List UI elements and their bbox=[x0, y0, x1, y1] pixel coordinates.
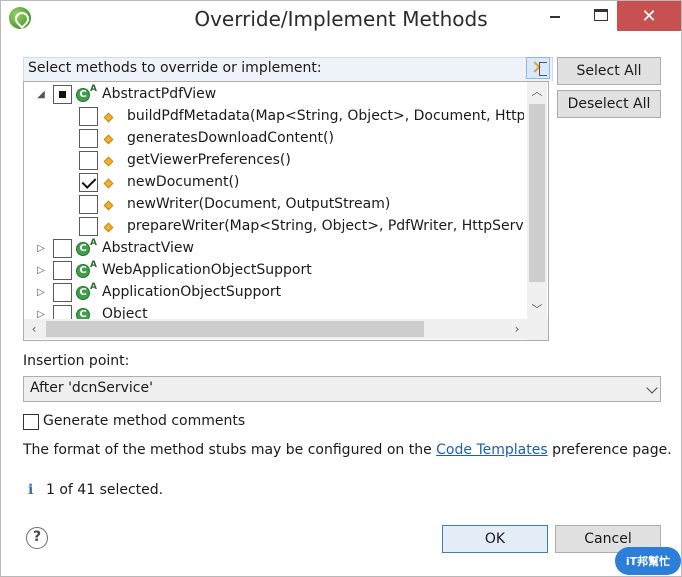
protected-method-icon bbox=[103, 200, 114, 211]
tree-vertical-scrollbar[interactable]: ︿ ﹀ bbox=[527, 82, 547, 320]
tree-class-row[interactable]: ▷ C A AbstractView bbox=[24, 238, 524, 260]
method-label: generatesDownloadContent() bbox=[127, 130, 334, 146]
tree-method-row[interactable]: prepareWriter(Map<String, Object>, PdfWr… bbox=[24, 216, 524, 238]
insertion-point-label: Insertion point: bbox=[23, 353, 130, 369]
method-checkbox[interactable] bbox=[79, 107, 98, 126]
override-implement-dialog: Override/Implement Methods ✕ Select meth… bbox=[0, 0, 682, 577]
info-icon: i bbox=[28, 482, 34, 498]
class-checkbox[interactable] bbox=[53, 283, 72, 302]
sort-by-class-toggle-icon[interactable] bbox=[526, 57, 550, 79]
insertion-point-value: After 'dcnService' bbox=[30, 380, 153, 396]
class-icon-abstract: C bbox=[76, 242, 90, 256]
class-icon-abstract: C bbox=[76, 264, 90, 278]
help-icon[interactable]: ? bbox=[26, 527, 48, 549]
minimize-icon bbox=[550, 16, 560, 18]
title-bar: Override/Implement Methods ✕ bbox=[1, 1, 681, 38]
tree-class-row[interactable]: ▷ C A ApplicationObjectSupport bbox=[24, 282, 524, 304]
class-label: WebApplicationObjectSupport bbox=[102, 262, 312, 278]
vertical-scroll-thumb[interactable] bbox=[529, 104, 545, 282]
chevron-down-icon bbox=[646, 382, 658, 394]
selection-status: 1 of 41 selected. bbox=[46, 482, 164, 498]
class-checkbox[interactable] bbox=[53, 261, 72, 280]
method-label: newDocument() bbox=[127, 174, 240, 190]
protected-method-icon bbox=[103, 134, 114, 145]
protected-method-icon bbox=[103, 112, 114, 123]
format-info-suffix: preference page. bbox=[547, 442, 672, 458]
close-icon: ✕ bbox=[641, 5, 657, 27]
protected-method-icon bbox=[103, 156, 114, 167]
tree-method-row[interactable]: generatesDownloadContent() bbox=[24, 128, 524, 150]
class-label: AbstractPdfView bbox=[102, 86, 217, 102]
class-label: AbstractView bbox=[102, 240, 194, 256]
class-icon-abstract: C bbox=[76, 88, 90, 102]
tree-method-row[interactable]: getViewerPreferences() bbox=[24, 150, 524, 172]
tree-method-row[interactable]: newDocument() bbox=[24, 172, 524, 194]
abstract-modifier-icon: A bbox=[90, 84, 97, 94]
format-info-prefix: The format of the method stubs may be co… bbox=[23, 442, 437, 458]
method-checkbox[interactable] bbox=[79, 129, 98, 148]
class-checkbox[interactable] bbox=[53, 85, 72, 104]
tree-method-row[interactable]: newWriter(Document, OutputStream) bbox=[24, 194, 524, 216]
abstract-modifier-icon: A bbox=[90, 238, 97, 248]
protected-method-icon bbox=[103, 222, 114, 233]
tree-horizontal-scrollbar[interactable]: ‹ › bbox=[24, 319, 527, 339]
code-templates-link[interactable]: Code Templates bbox=[436, 442, 547, 458]
horizontal-scroll-thumb[interactable] bbox=[46, 321, 424, 337]
select-all-button[interactable]: Select All bbox=[557, 57, 661, 85]
scroll-down-icon[interactable]: ﹀ bbox=[527, 300, 547, 320]
abstract-modifier-icon: A bbox=[90, 260, 97, 270]
method-label: buildPdfMetadata(Map<String, Object>, Do… bbox=[127, 108, 524, 124]
scroll-left-icon[interactable]: ‹ bbox=[24, 319, 44, 339]
insertion-point-select[interactable]: After 'dcnService' bbox=[23, 376, 661, 402]
abstract-modifier-icon: A bbox=[90, 282, 97, 292]
protected-method-icon bbox=[103, 178, 114, 189]
method-checkbox[interactable] bbox=[79, 195, 98, 214]
tree-method-row[interactable]: buildPdfMetadata(Map<String, Object>, Do… bbox=[24, 106, 524, 128]
tree-class-row[interactable]: ◢ C A AbstractPdfView bbox=[24, 84, 524, 106]
class-checkbox[interactable] bbox=[53, 239, 72, 258]
expand-icon[interactable]: ▷ bbox=[36, 244, 46, 254]
site-watermark-logo: iT邦幫忙 bbox=[615, 547, 681, 575]
maximize-icon bbox=[594, 9, 608, 21]
methods-label: Select methods to override or implement: bbox=[23, 57, 553, 81]
method-label: prepareWriter(Map<String, Object>, PdfWr… bbox=[127, 218, 524, 234]
tree-class-row[interactable]: ▷ C A WebApplicationObjectSupport bbox=[24, 260, 524, 282]
ok-button[interactable]: OK bbox=[442, 525, 548, 553]
class-icon-abstract: C bbox=[76, 286, 90, 300]
method-checkbox[interactable] bbox=[79, 173, 98, 192]
generate-comments-label[interactable]: Generate method comments bbox=[43, 413, 245, 429]
expand-icon[interactable]: ▷ bbox=[36, 266, 46, 276]
format-info-line: The format of the method stubs may be co… bbox=[23, 442, 672, 458]
method-checkbox[interactable] bbox=[79, 151, 98, 170]
method-checkbox[interactable] bbox=[79, 217, 98, 236]
method-label: newWriter(Document, OutputStream) bbox=[127, 196, 391, 212]
minimize-button[interactable] bbox=[533, 1, 577, 29]
generate-comments-checkbox[interactable] bbox=[23, 414, 39, 430]
scroll-corner bbox=[527, 319, 548, 340]
method-label: getViewerPreferences() bbox=[127, 152, 291, 168]
expand-icon[interactable]: ▷ bbox=[36, 288, 46, 298]
scroll-right-icon[interactable]: › bbox=[507, 319, 527, 339]
deselect-all-button[interactable]: Deselect All bbox=[557, 90, 661, 118]
scroll-up-icon[interactable]: ︿ bbox=[527, 82, 547, 102]
class-label: ApplicationObjectSupport bbox=[102, 284, 282, 300]
methods-tree[interactable]: ◢ C A AbstractPdfView buildPdfMetadata(Map<S… bbox=[23, 81, 549, 341]
collapse-icon[interactable]: ◢ bbox=[36, 90, 46, 100]
close-button[interactable]: ✕ bbox=[617, 1, 681, 31]
